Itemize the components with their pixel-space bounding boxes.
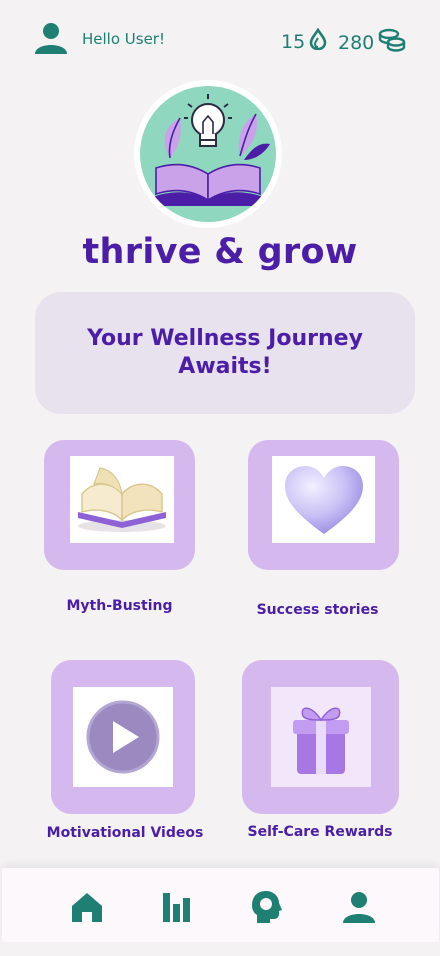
coins-icon	[378, 28, 406, 57]
success-stories-label[interactable]: Success stories	[240, 602, 395, 618]
logo-illustration	[140, 86, 276, 222]
brand-title: thrive & grow	[82, 232, 358, 272]
profile-icon[interactable]	[341, 888, 377, 926]
mind-icon[interactable]	[249, 888, 285, 926]
drop-icon	[309, 27, 327, 55]
banner-text: Your Wellness Journey Awaits!	[87, 326, 363, 379]
user-avatar-icon[interactable]	[34, 22, 68, 54]
play-icon	[73, 687, 173, 787]
motivational-videos-label[interactable]: Motivational Videos	[46, 825, 204, 841]
stats-icon[interactable]	[158, 888, 194, 926]
greeting-text: Hello User!	[82, 30, 165, 48]
drops-counter: 15	[281, 27, 327, 55]
coins-count: 280	[338, 31, 375, 54]
home-icon[interactable]	[69, 888, 105, 926]
drops-count: 15	[281, 30, 306, 53]
gift-icon	[271, 687, 371, 787]
myth-busting-label[interactable]: Myth-Busting	[44, 598, 195, 614]
coins-counter: 280	[338, 28, 406, 57]
heart-icon	[272, 456, 375, 543]
self-care-rewards-label[interactable]: Self-Care Rewards	[240, 824, 400, 840]
welcome-banner: Your Wellness Journey Awaits!	[35, 292, 415, 414]
open-book-icon	[70, 456, 174, 543]
